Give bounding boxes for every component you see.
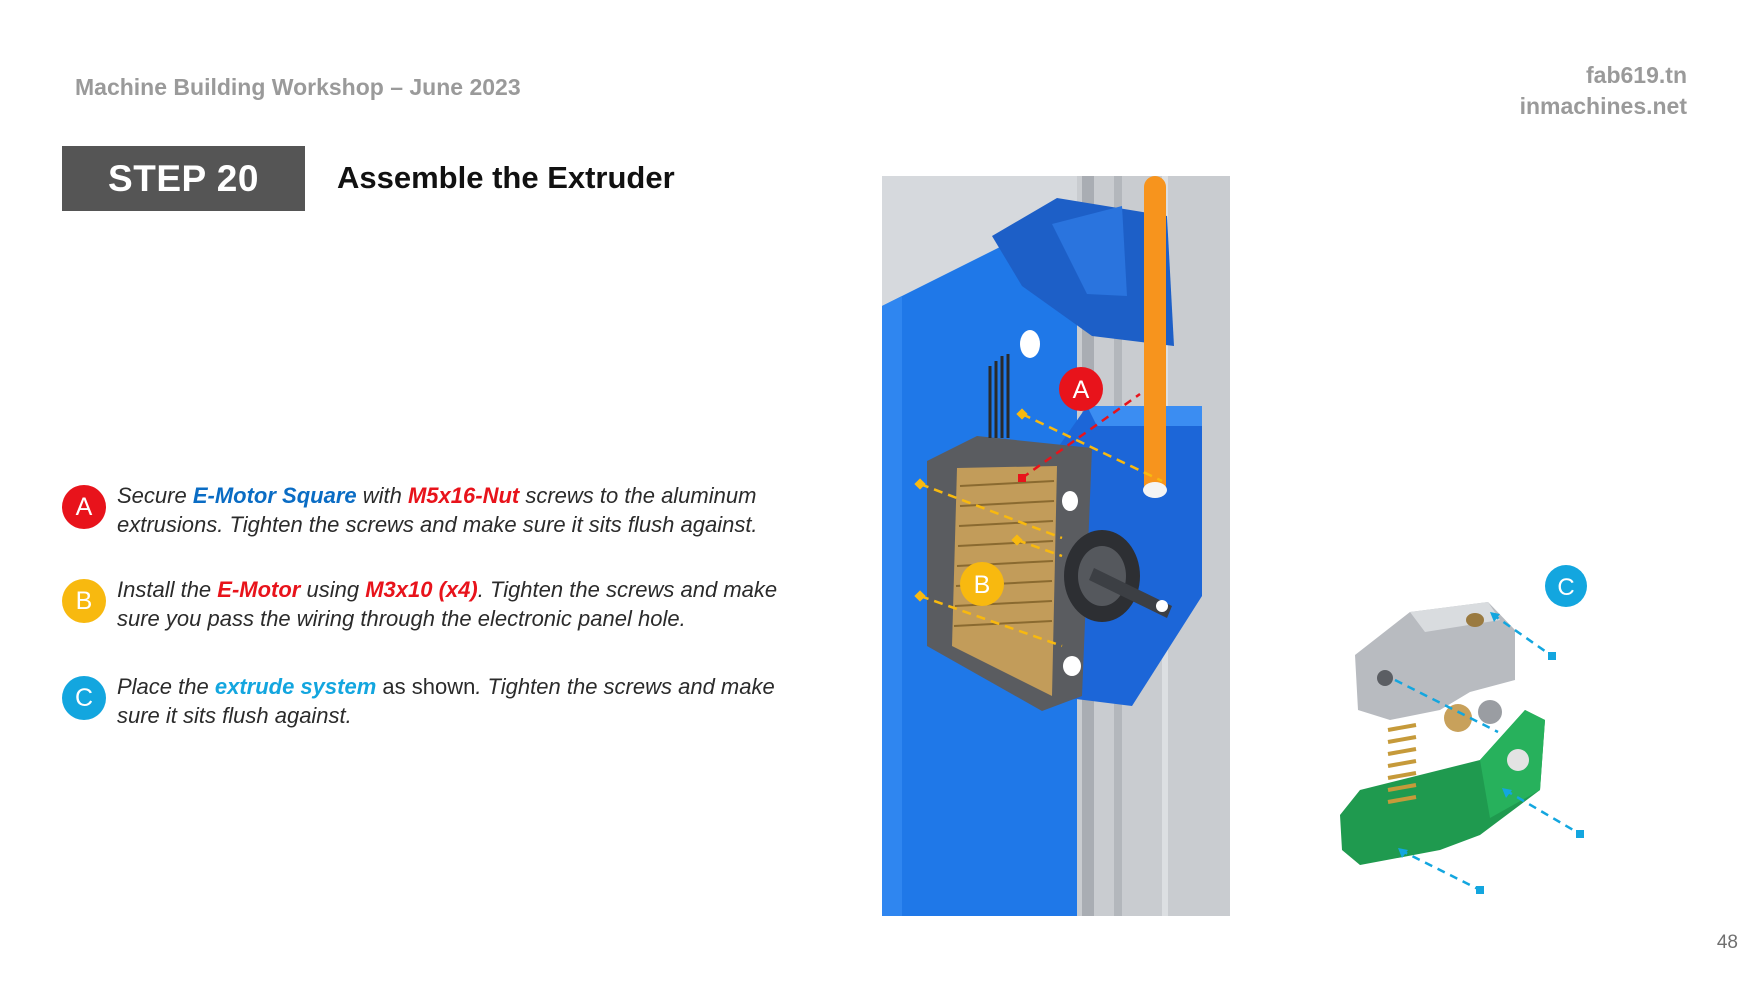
text-part: Place the — [117, 674, 215, 699]
panel-edge — [882, 296, 902, 916]
workshop-title: Machine Building Workshop – June 2023 — [75, 74, 521, 100]
guide-marker-a — [1018, 474, 1026, 482]
extrude-system-illustration: C — [1340, 565, 1587, 894]
badge-a: A — [62, 485, 106, 529]
text-part: using — [300, 577, 366, 602]
instruction-text-b: Install the E-Motor using M3x10 (x4). Ti… — [117, 575, 802, 633]
badge-b: B — [62, 579, 106, 623]
step-title: Assemble the Extruder — [337, 160, 675, 195]
part-m3x10: M3x10 (x4) — [365, 577, 478, 602]
instruction-b: B Install the E-Motor using M3x10 (x4). … — [62, 575, 802, 633]
filament-tube — [1144, 176, 1166, 496]
bearing — [1507, 749, 1529, 771]
site-fab619: fab619.tn — [1586, 62, 1687, 88]
instruction-text-c: Place the extrude system as shown. Tight… — [117, 672, 802, 730]
callout-a-label: A — [1073, 376, 1090, 404]
badge-c: C — [62, 676, 106, 720]
part-extrude-system: extrude system — [214, 674, 377, 699]
text-part: with — [356, 483, 408, 508]
part-e-motor: E-Motor — [217, 577, 301, 602]
screw-head — [1156, 600, 1168, 612]
text-part: Install the — [117, 577, 218, 602]
page-number: 48 — [1716, 932, 1738, 953]
tube-fitting — [1143, 482, 1167, 498]
screw-head — [1063, 656, 1081, 676]
motor-assembly-illustration: A B — [882, 176, 1230, 916]
part-e-motor-square: E-Motor Square — [192, 483, 357, 508]
site-inmachines: inmachines.net — [1519, 93, 1687, 119]
callout-c-label: C — [1557, 574, 1574, 601]
text-part: Secure — [117, 483, 193, 508]
site-credits: fab619.tn inmachines.net — [1520, 60, 1687, 122]
idler-bearing — [1478, 700, 1502, 724]
screw-head — [1062, 491, 1078, 511]
instruction-a: A Secure E-Motor Square with M5x16-Nut s… — [62, 481, 802, 539]
text-part: as shown — [376, 674, 476, 699]
part-m5x16-nut: M5x16-Nut — [407, 483, 520, 508]
lever-hole — [1466, 613, 1484, 627]
instruction-text-a: Secure E-Motor Square with M5x16-Nut scr… — [117, 481, 802, 539]
step-badge: STEP 20 — [62, 146, 305, 211]
callout-b-label: B — [974, 571, 991, 599]
instruction-c: C Place the extrude system as shown. Tig… — [62, 672, 802, 730]
lever-screw — [1377, 670, 1393, 686]
screw-head — [1020, 330, 1040, 358]
